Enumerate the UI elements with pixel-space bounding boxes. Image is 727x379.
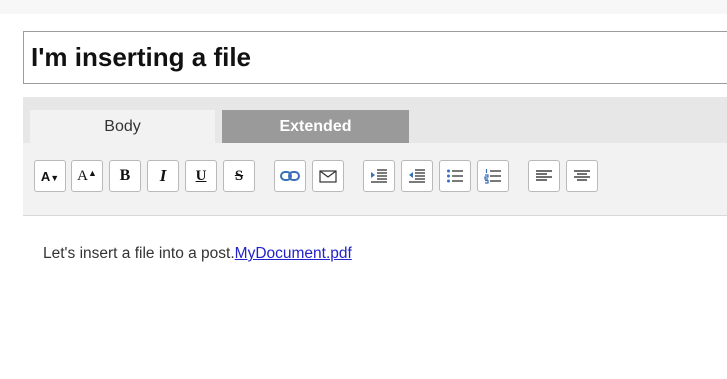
title-input[interactable]	[23, 31, 727, 84]
decrease-font-size-icon: A▼	[40, 168, 60, 184]
numbered-list-icon	[484, 169, 501, 184]
tab-extended[interactable]: Extended	[222, 110, 409, 143]
tab-body[interactable]: Body	[30, 110, 215, 143]
insert-email-button[interactable]	[312, 160, 344, 192]
numbered-list-button[interactable]	[477, 160, 509, 192]
indent-button[interactable]	[363, 160, 395, 192]
italic-button[interactable]: I	[147, 160, 179, 192]
format-toolbar: A▼ A▲ B I U S	[23, 143, 727, 216]
tab-bar: Body Extended	[23, 97, 727, 143]
link-icon	[280, 171, 300, 181]
file-link[interactable]: MyDocument.pdf	[235, 245, 352, 262]
increase-font-size-icon: A▲	[77, 167, 97, 184]
italic-icon: I	[159, 166, 167, 185]
strikethrough-button[interactable]: S	[223, 160, 255, 192]
top-strip	[0, 0, 727, 14]
align-left-button[interactable]	[528, 160, 560, 192]
post-body-content[interactable]: Let's insert a file into a post.MyDocume…	[43, 245, 352, 263]
bulleted-list-button[interactable]	[439, 160, 471, 192]
underline-button[interactable]: U	[185, 160, 217, 192]
outdent-button[interactable]	[401, 160, 433, 192]
indent-icon	[371, 169, 387, 183]
align-center-button[interactable]	[566, 160, 598, 192]
bold-button[interactable]: B	[109, 160, 141, 192]
align-left-icon	[536, 170, 552, 181]
strikethrough-icon: S	[234, 167, 244, 184]
decrease-font-size-button[interactable]: A▼	[34, 160, 66, 192]
bold-icon: B	[119, 167, 131, 184]
insert-link-button[interactable]	[274, 160, 306, 192]
envelope-icon	[319, 169, 337, 183]
underline-icon: U	[195, 167, 207, 184]
increase-font-size-button[interactable]: A▲	[71, 160, 103, 192]
bulleted-list-icon	[447, 169, 463, 183]
editor-area: Body Extended A▼ A▲ B I U S Let's insert…	[23, 97, 727, 379]
outdent-icon	[409, 169, 425, 183]
align-center-icon	[574, 170, 590, 181]
body-text: Let's insert a file into a post.	[43, 245, 235, 262]
